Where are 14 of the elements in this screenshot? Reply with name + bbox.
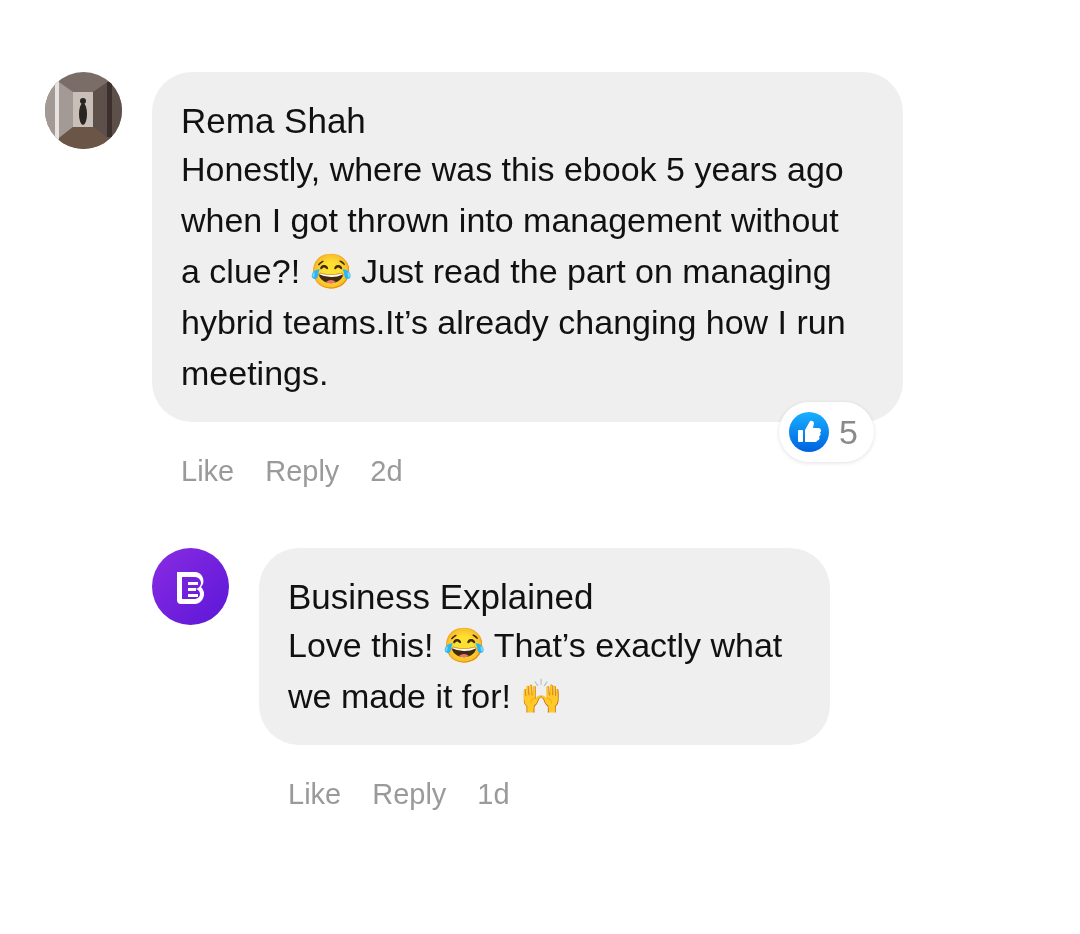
author-name[interactable]: Business Explained xyxy=(288,574,801,620)
like-link[interactable]: Like xyxy=(181,454,235,488)
thumbs-up-icon xyxy=(789,412,830,452)
comment-text: Love this! 😂 That’s exactly what we made it for! 🙌 xyxy=(288,625,784,717)
author-name[interactable]: Rema Shah xyxy=(181,98,874,144)
reply-link[interactable]: Reply xyxy=(372,777,447,811)
timestamp: 2d xyxy=(370,454,403,488)
reply-link[interactable]: Reply xyxy=(265,454,340,488)
timestamp: 1d xyxy=(477,777,510,811)
reaction-pill[interactable]: 5 xyxy=(779,402,874,462)
comment-text: Honestly, where was this ebook 5 years ago when I got thrown into management without a clue?! 😂 Just read the part on managing hybrid teams.It’s already changing how I run meetings. xyxy=(181,149,847,394)
like-link[interactable]: Like xyxy=(288,777,342,811)
reaction-count: 5 xyxy=(839,411,858,453)
logo-icon xyxy=(152,548,229,625)
